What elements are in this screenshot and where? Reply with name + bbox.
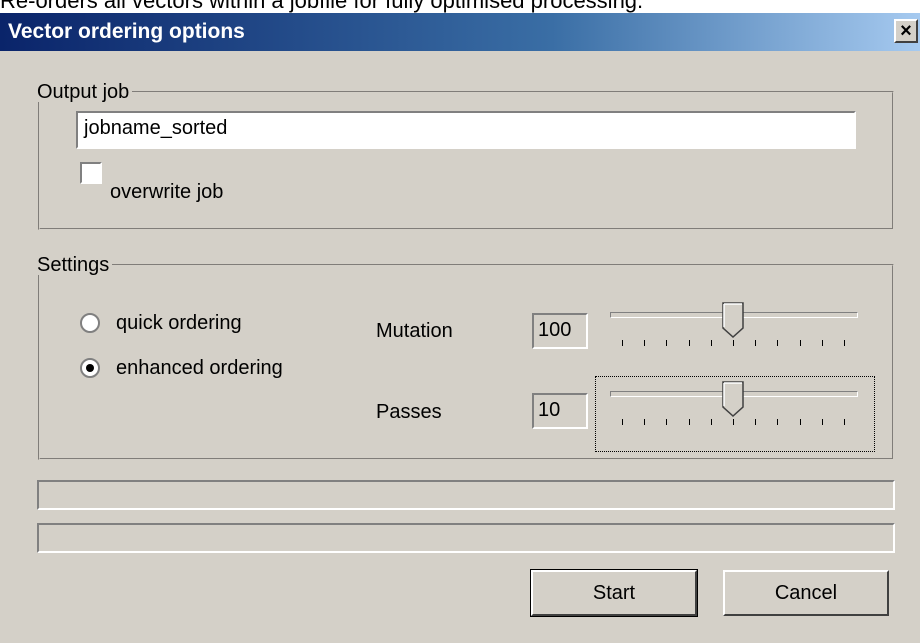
output-job-legend: Output job bbox=[37, 81, 130, 103]
slider-tick bbox=[666, 419, 668, 425]
output-job-group: Output job bbox=[37, 82, 894, 230]
slider-tick bbox=[688, 340, 690, 346]
title-bar[interactable]: Vector ordering options × bbox=[0, 13, 920, 51]
enhanced-ordering-radio[interactable] bbox=[80, 358, 100, 378]
slider-tick bbox=[821, 340, 823, 346]
mutation-slider[interactable] bbox=[610, 302, 858, 352]
job-name-input[interactable]: jobname_sorted bbox=[76, 111, 856, 149]
overwrite-job-checkbox[interactable] bbox=[80, 162, 102, 184]
slider-tick bbox=[777, 419, 779, 425]
slider-tick bbox=[755, 340, 757, 346]
window-title: Vector ordering options bbox=[8, 20, 245, 43]
slider-tick bbox=[844, 419, 845, 425]
settings-legend: Settings bbox=[37, 254, 110, 276]
slider-tick bbox=[644, 419, 646, 425]
slider-tick bbox=[799, 419, 801, 425]
close-button[interactable]: × bbox=[894, 19, 918, 43]
progress-bar-2 bbox=[37, 523, 895, 553]
slider-tick bbox=[710, 340, 712, 346]
slider-thumb-icon[interactable] bbox=[722, 302, 744, 339]
enhanced-ordering-label[interactable]: enhanced ordering bbox=[116, 356, 283, 380]
slider-tick bbox=[644, 340, 646, 346]
passes-slider[interactable] bbox=[610, 381, 858, 431]
slider-thumb-icon[interactable] bbox=[722, 381, 744, 418]
quick-ordering-radio[interactable] bbox=[80, 313, 100, 333]
slider-tick bbox=[755, 419, 757, 425]
slider-tick bbox=[622, 340, 623, 346]
caption-text: Re-orders all vectors within a jobfile f… bbox=[0, 0, 644, 13]
quick-ordering-label[interactable]: quick ordering bbox=[116, 311, 242, 335]
slider-tick bbox=[733, 419, 734, 425]
progress-bar-1 bbox=[37, 480, 895, 510]
start-button[interactable]: Start bbox=[530, 569, 698, 617]
mutation-value: 100 bbox=[532, 313, 588, 349]
slider-tick bbox=[799, 340, 801, 346]
slider-tick bbox=[821, 419, 823, 425]
slider-tick bbox=[777, 340, 779, 346]
slider-tick bbox=[733, 340, 734, 346]
slider-tick bbox=[666, 340, 668, 346]
mutation-label: Mutation bbox=[376, 320, 453, 342]
overwrite-job-label[interactable]: overwrite job bbox=[110, 180, 223, 204]
passes-value: 10 bbox=[532, 393, 588, 429]
radio-dot bbox=[86, 364, 94, 372]
passes-label: Passes bbox=[376, 401, 442, 423]
slider-tick bbox=[688, 419, 690, 425]
slider-tick bbox=[844, 340, 845, 346]
cancel-button[interactable]: Cancel bbox=[723, 570, 889, 616]
slider-tick bbox=[622, 419, 623, 425]
close-icon: × bbox=[900, 20, 912, 42]
slider-tick bbox=[710, 419, 712, 425]
